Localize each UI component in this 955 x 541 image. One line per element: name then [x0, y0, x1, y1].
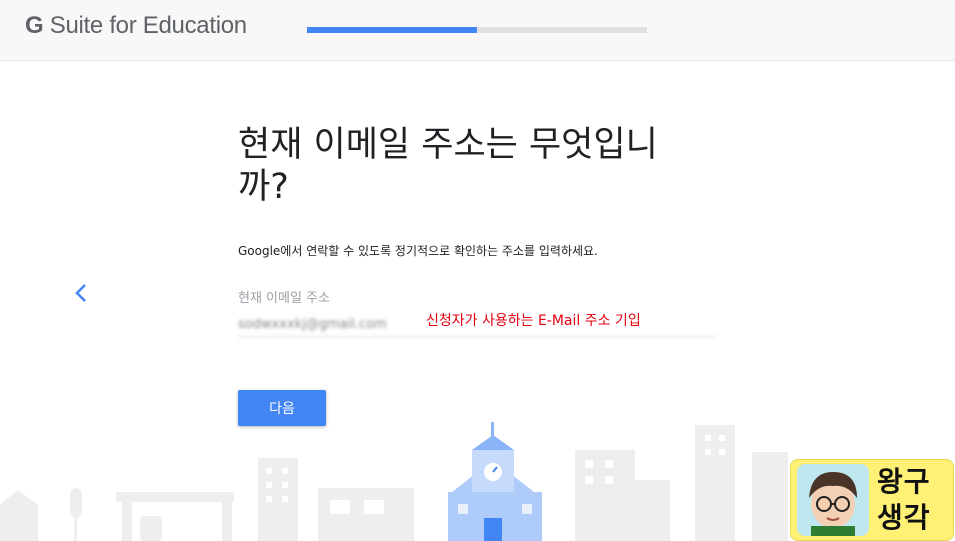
badge-line-2: 생각 [877, 501, 931, 534]
annotation-text: 신청자가 사용하는 E-Mail 주소 기입 [426, 313, 641, 329]
page-title: 현재 이메일 주소는 무엇입니까? [238, 125, 658, 207]
g-suite-logo: G Suite for Education [25, 12, 247, 39]
watermark-badge: 왕구 생각 [790, 459, 954, 541]
avatar [797, 464, 869, 536]
badge-line-1: 왕구 [877, 465, 931, 498]
chevron-left-icon [75, 284, 86, 302]
page-subtitle: Google에서 연락할 수 있도록 정기적으로 확인하는 주소를 입력하세요. [238, 244, 598, 258]
header: G Suite for Education [0, 0, 955, 61]
back-button[interactable] [70, 282, 92, 304]
email-field-label: 현재 이메일 주소 [238, 291, 330, 306]
progress-bar [307, 27, 647, 33]
progress-fill [307, 27, 477, 33]
badge-text: 왕구 생각 [877, 464, 931, 536]
